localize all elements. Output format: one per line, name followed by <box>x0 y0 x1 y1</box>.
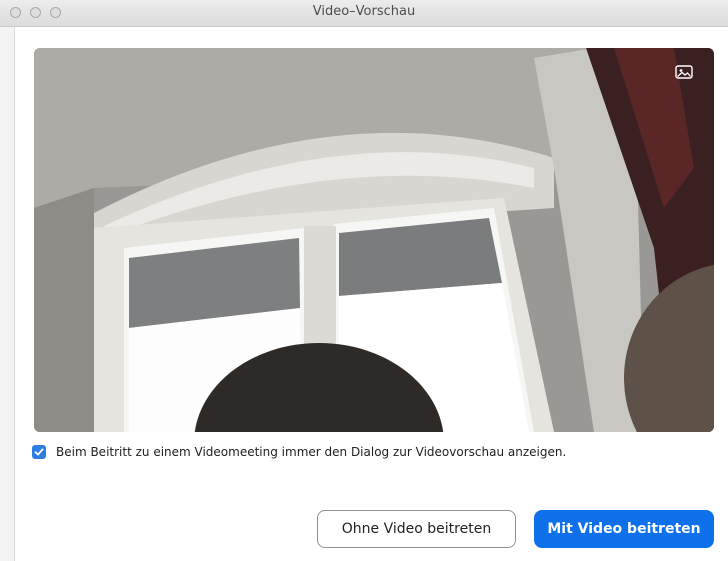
show-preview-checkbox[interactable] <box>32 445 46 459</box>
background-window-edge: g <box>0 0 15 561</box>
window-title: Video–Vorschau <box>312 4 416 19</box>
show-preview-label: Beim Beitritt zu einem Videomeeting imme… <box>56 445 567 459</box>
picture-icon[interactable] <box>674 64 694 80</box>
join-without-video-button[interactable]: Ohne Video beitreten <box>317 510 516 548</box>
video-preview <box>34 48 714 432</box>
camera-frame <box>34 48 714 432</box>
checkmark-icon <box>34 448 44 456</box>
join-with-video-button[interactable]: Mit Video beitreten <box>534 510 714 548</box>
show-preview-option[interactable]: Beim Beitritt zu einem Videomeeting imme… <box>32 443 566 461</box>
title-bar: Video–Vorschau <box>0 0 728 27</box>
